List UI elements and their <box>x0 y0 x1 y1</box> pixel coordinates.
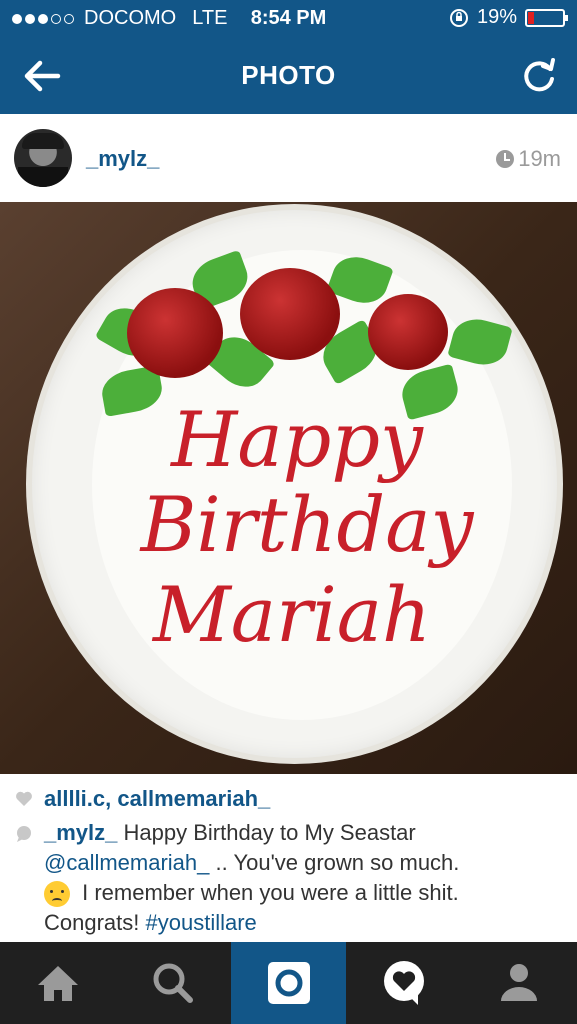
post-username[interactable]: _mylz_ <box>86 146 159 172</box>
cake-text-line-3: Mariah <box>152 570 432 659</box>
cake-text-line-2: Birthday <box>140 480 474 569</box>
post-time: 19m <box>496 146 561 172</box>
caption-username[interactable]: _mylz_ <box>44 820 117 845</box>
page-title: PHOTO <box>241 60 336 90</box>
comment-bubble-icon <box>17 826 31 842</box>
navigation-bar: PHOTO <box>0 38 577 114</box>
rotation-lock-icon <box>449 8 468 27</box>
search-icon <box>153 963 194 1003</box>
tab-home[interactable] <box>0 942 115 1024</box>
caption-mention[interactable]: @callmemariah_ <box>44 850 209 875</box>
caption-hashtag[interactable]: #youstillare <box>146 910 257 935</box>
cake-text-line-1: Happy <box>171 395 423 484</box>
activity-heart-icon <box>383 961 424 1005</box>
tab-bar <box>0 942 577 1024</box>
tab-activity[interactable] <box>346 942 461 1024</box>
refresh-icon[interactable] <box>519 55 559 95</box>
caption-row: _mylz_ Happy Birthday to My Seastar @cal… <box>14 818 544 938</box>
post-photo[interactable]: Happy Birthday Mariah <box>0 202 577 774</box>
caption-text: _mylz_ Happy Birthday to My Seastar @cal… <box>44 818 544 938</box>
caption-text-2: .. You've grown so much. <box>209 850 460 875</box>
likes-row: alllli.c, callmemariah_ <box>14 786 270 812</box>
caption-text-1: Happy Birthday to My Seastar <box>117 820 416 845</box>
clock-icon <box>496 150 515 168</box>
likes-names[interactable]: alllli.c, callmemariah_ <box>44 786 270 812</box>
post-details: alllli.c, callmemariah_ _mylz_ Happy Bir… <box>0 774 577 942</box>
birthday-cake: Happy Birthday Mariah <box>32 210 557 758</box>
avatar[interactable] <box>14 129 72 187</box>
tab-search[interactable] <box>115 942 230 1024</box>
crying-face-icon <box>44 881 70 908</box>
tab-camera[interactable] <box>230 942 347 1024</box>
post-header: _mylz_ 19m <box>0 114 577 202</box>
battery-icon <box>525 8 568 27</box>
status-right: 19% <box>449 6 568 29</box>
tab-profile[interactable] <box>462 942 577 1024</box>
post-time-label: 19m <box>518 146 561 171</box>
profile-icon <box>501 964 538 1001</box>
home-icon <box>37 966 78 1001</box>
battery-percent: 19% <box>476 6 517 28</box>
heart-icon <box>16 791 32 806</box>
camera-icon <box>267 962 310 1004</box>
status-bar: DOCOMO LTE 8:54 PM 19% <box>0 0 577 38</box>
